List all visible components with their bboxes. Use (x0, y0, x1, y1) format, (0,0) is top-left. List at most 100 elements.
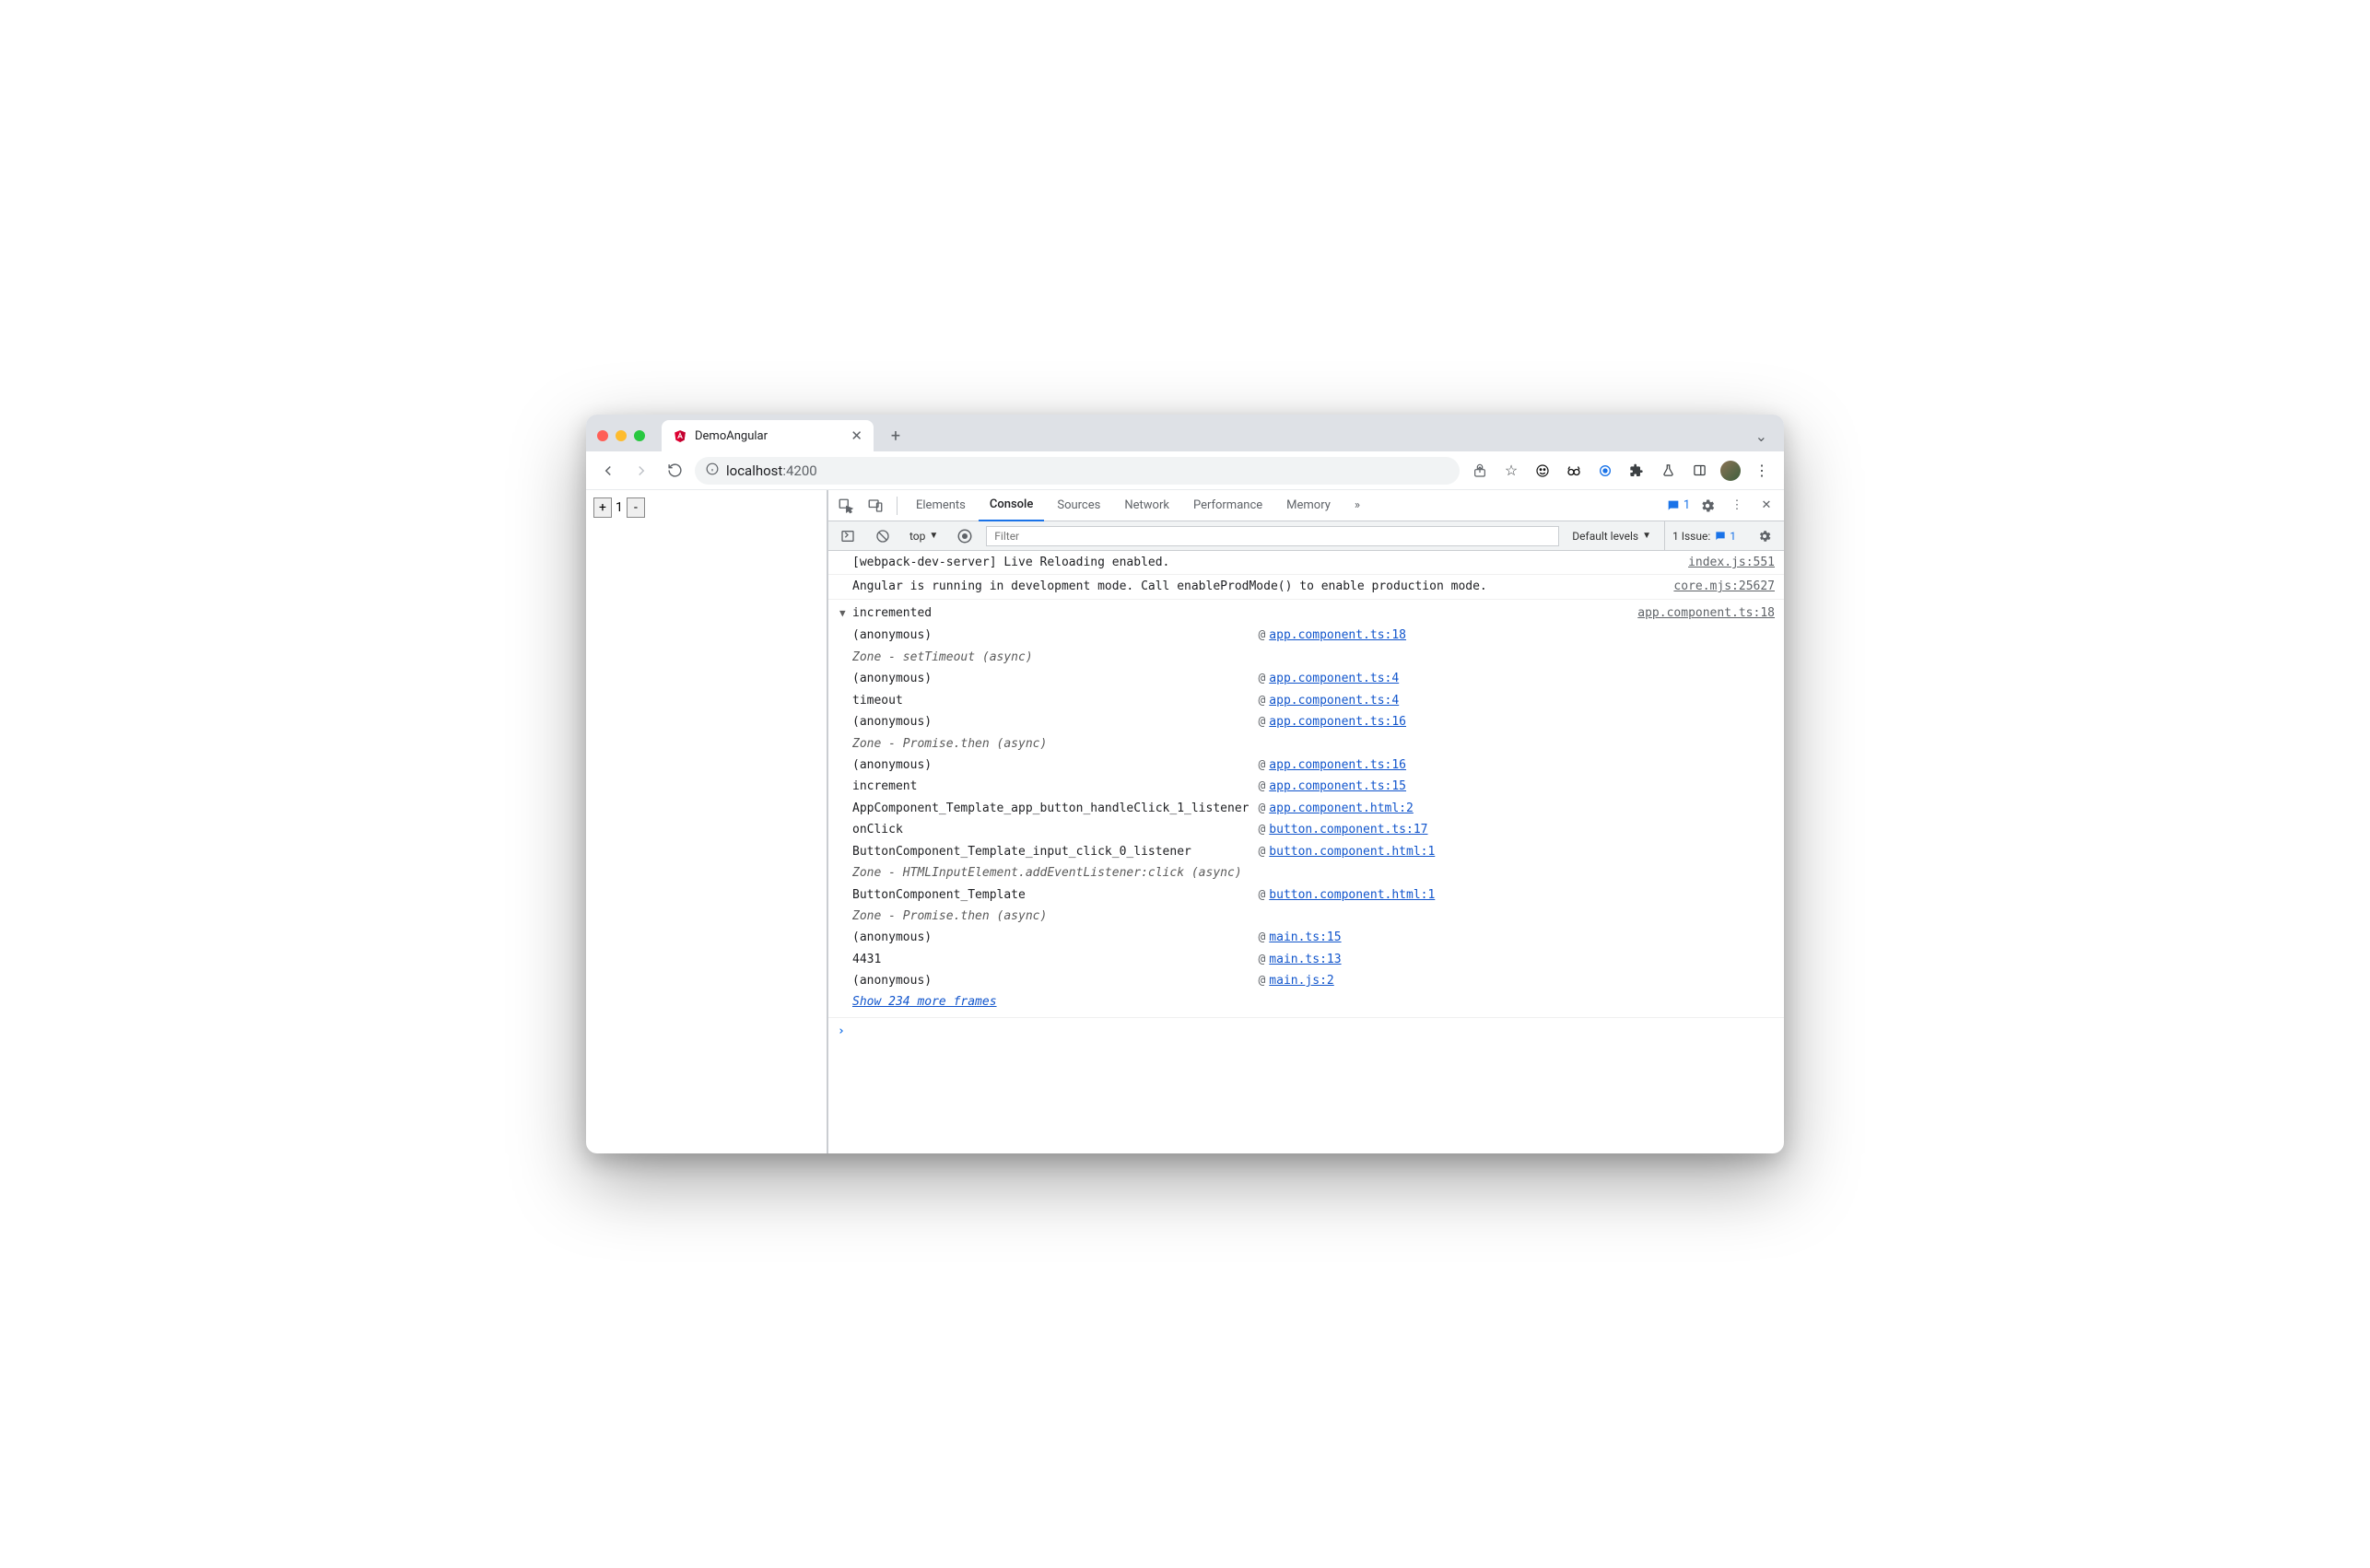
stack-frame-fn: onClick (852, 819, 1254, 840)
inspect-element-icon[interactable] (832, 492, 860, 520)
chrome-menu-icon[interactable]: ⋮ (1749, 458, 1775, 484)
profile-avatar[interactable] (1718, 458, 1743, 484)
back-button[interactable] (595, 458, 621, 484)
page-content: + 1 - (586, 490, 827, 1153)
devtools-tabbar: ElementsConsoleSourcesNetworkPerformance… (828, 490, 1784, 521)
messages-count: 1 (1684, 498, 1690, 512)
log-source-link[interactable]: index.js:551 (1677, 553, 1775, 572)
log-levels-selector[interactable]: Default levels ▼ (1566, 530, 1657, 543)
log-message: Angular is running in development mode. … (852, 577, 1662, 596)
labs-flask-icon[interactable] (1655, 458, 1681, 484)
stack-frame-link[interactable]: app.component.ts:4 (1269, 694, 1399, 708)
console-log-row: [webpack-dev-server] Live Reloading enab… (828, 551, 1784, 575)
stack-frame-fn: timeout (852, 690, 1254, 711)
reload-button[interactable] (662, 458, 687, 484)
log-source-link[interactable]: core.mjs:25627 (1662, 577, 1775, 596)
console-settings-icon[interactable] (1751, 522, 1778, 550)
angular-favicon (673, 428, 687, 443)
decrement-button[interactable]: - (627, 497, 645, 518)
url-port: :4200 (782, 462, 816, 479)
extension-icon-3[interactable] (1592, 458, 1618, 484)
stack-frame-fn: (anonymous) (852, 927, 1254, 948)
messages-button[interactable]: 1 (1664, 492, 1692, 520)
more-tabs-icon[interactable]: » (1343, 492, 1371, 520)
extension-icon-2[interactable] (1561, 458, 1587, 484)
console-sidebar-toggle-icon[interactable] (834, 522, 862, 550)
sidepanel-icon[interactable] (1686, 458, 1712, 484)
extension-icon-1[interactable] (1530, 458, 1555, 484)
content-area: + 1 - ElementsConsoleSourcesNetworkPerfo… (586, 490, 1784, 1153)
devtools-settings-icon[interactable] (1694, 492, 1721, 520)
site-info-icon[interactable] (706, 462, 719, 479)
live-expression-icon[interactable] (951, 522, 979, 550)
stack-frame-link[interactable]: app.component.ts:15 (1269, 779, 1406, 793)
devtools-tab-console[interactable]: Console (979, 490, 1044, 521)
issues-button[interactable]: 1 Issue: 1 (1664, 521, 1743, 550)
extensions-puzzle-icon[interactable] (1624, 458, 1649, 484)
stack-frame-fn: (anonymous) (852, 668, 1254, 689)
context-selector[interactable]: top ▼ (904, 530, 944, 543)
stack-frame-fn: ButtonComponent_Template_input_click_0_l… (852, 841, 1254, 862)
maximize-window-button[interactable] (634, 430, 645, 441)
tabs-overflow-icon[interactable]: ⌄ (1746, 427, 1777, 445)
stack-frame-fn: increment (852, 776, 1254, 797)
stack-frame-link[interactable]: app.component.ts:16 (1269, 715, 1406, 729)
stack-frame-fn: (anonymous) (852, 711, 1254, 732)
close-window-button[interactable] (597, 430, 608, 441)
address-bar-row: localhost:4200 ☆ ⋮ (586, 451, 1784, 490)
zone-divider: Zone - Promise.then (async) (852, 733, 1440, 755)
counter-widget: + 1 - (593, 497, 819, 518)
increment-button[interactable]: + (593, 497, 612, 518)
console-toolbar: top ▼ Default levels ▼ 1 Issue: 1 (828, 521, 1784, 551)
devtools-panel: ElementsConsoleSourcesNetworkPerformance… (827, 490, 1784, 1153)
stack-frame-fn: ButtonComponent_Template (852, 884, 1254, 906)
new-tab-button[interactable]: + (883, 423, 909, 449)
stack-frame-fn: AppComponent_Template_app_button_handleC… (852, 798, 1254, 819)
devtools-tab-performance[interactable]: Performance (1182, 490, 1273, 521)
stack-frame-link[interactable]: app.component.ts:18 (1269, 628, 1406, 642)
devtools-menu-icon[interactable]: ⋮ (1723, 492, 1751, 520)
stack-frame-link[interactable]: main.ts:15 (1269, 930, 1341, 944)
devtools-tab-memory[interactable]: Memory (1275, 490, 1342, 521)
titlebar: DemoAngular ✕ + ⌄ (586, 415, 1784, 451)
stack-trace: ▼ incremented app.component.ts:18 (anony… (828, 600, 1784, 1018)
stack-frame-link[interactable]: button.component.ts:17 (1269, 823, 1427, 837)
clear-console-icon[interactable] (869, 522, 897, 550)
show-more-frames[interactable]: Show 234 more frames (852, 992, 1775, 1012)
stack-frame-link[interactable]: button.component.html:1 (1269, 845, 1435, 859)
zone-divider: Zone - setTimeout (async) (852, 647, 1440, 668)
device-toolbar-icon[interactable] (862, 492, 889, 520)
console-prompt[interactable]: › (828, 1018, 1784, 1045)
close-tab-icon[interactable]: ✕ (851, 427, 862, 444)
stack-frame-link[interactable]: main.js:2 (1269, 974, 1333, 988)
console-output: [webpack-dev-server] Live Reloading enab… (828, 551, 1784, 1153)
log-message: [webpack-dev-server] Live Reloading enab… (852, 553, 1677, 572)
minimize-window-button[interactable] (616, 430, 627, 441)
trace-source-link[interactable]: app.component.ts:18 (1637, 603, 1775, 623)
forward-button[interactable] (628, 458, 654, 484)
browser-window: DemoAngular ✕ + ⌄ localhost:4200 ☆ (586, 415, 1784, 1153)
stack-frame-link[interactable]: app.component.ts:16 (1269, 758, 1406, 772)
devtools-tab-elements[interactable]: Elements (905, 490, 977, 521)
stack-frame-link[interactable]: button.component.html:1 (1269, 888, 1435, 902)
console-filter-input[interactable] (986, 526, 1559, 546)
stack-frame-fn: 4431 (852, 949, 1254, 970)
tab-title: DemoAngular (695, 429, 768, 443)
zone-divider: Zone - Promise.then (async) (852, 906, 1440, 927)
stack-frame-fn: (anonymous) (852, 755, 1254, 776)
zone-divider: Zone - HTMLInputElement.addEventListener… (852, 862, 1440, 883)
stack-frame-link[interactable]: main.ts:13 (1269, 953, 1341, 966)
devtools-tab-sources[interactable]: Sources (1046, 490, 1111, 521)
stack-frame-fn: (anonymous) (852, 970, 1254, 991)
url-host: localhost (726, 462, 782, 479)
browser-tab[interactable]: DemoAngular ✕ (662, 420, 874, 451)
disclosure-triangle-icon[interactable]: ▼ (839, 605, 852, 622)
address-bar[interactable]: localhost:4200 (695, 457, 1460, 485)
stack-frame-fn: (anonymous) (852, 625, 1254, 646)
devtools-close-icon[interactable]: ✕ (1753, 492, 1780, 520)
stack-frame-link[interactable]: app.component.ts:4 (1269, 672, 1399, 685)
bookmark-star-icon[interactable]: ☆ (1498, 458, 1524, 484)
stack-frame-link[interactable]: app.component.html:2 (1269, 802, 1414, 815)
devtools-tab-network[interactable]: Network (1113, 490, 1180, 521)
share-icon[interactable] (1467, 458, 1493, 484)
